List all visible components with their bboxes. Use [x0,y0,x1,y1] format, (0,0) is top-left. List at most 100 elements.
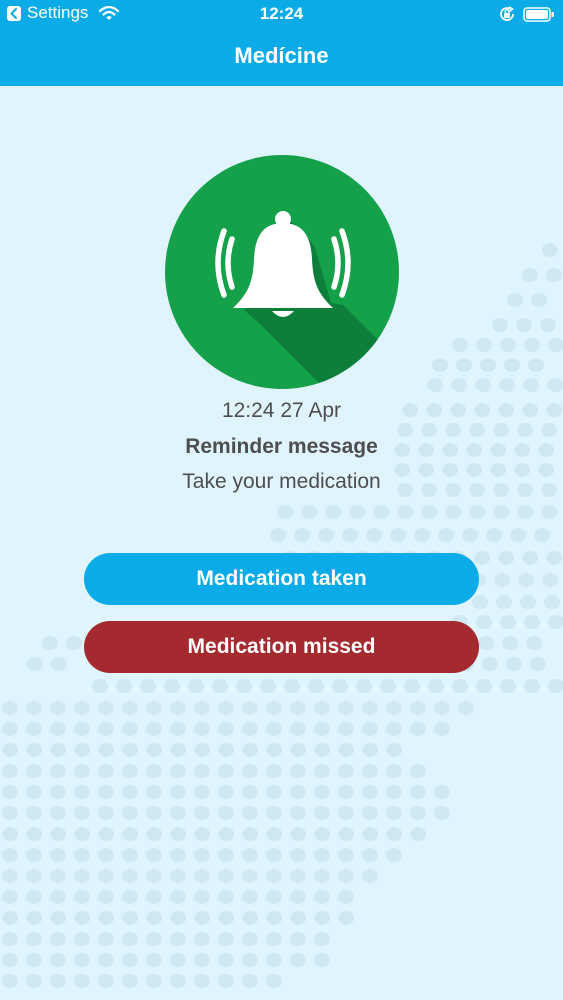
map-dot [242,764,258,778]
map-dot [2,953,18,967]
map-dot [506,657,522,671]
map-dot [98,764,114,778]
map-dot [290,911,306,925]
map-dot [122,743,138,757]
map-dot [314,806,330,820]
map-dot [502,636,518,650]
map-dot [290,869,306,883]
map-dot [98,953,114,967]
map-dot [528,358,544,372]
map-dot [469,505,485,519]
map-dot [338,701,354,715]
map-dot [522,268,538,282]
map-dot [362,827,378,841]
map-dot [517,505,533,519]
map-dot [410,722,426,736]
map-dot [482,657,498,671]
map-dot [98,890,114,904]
map-dot [290,764,306,778]
map-dot [212,679,228,693]
map-dot [218,764,234,778]
map-dot [314,701,330,715]
map-dot [218,743,234,757]
map-dot [362,743,378,757]
map-dot [386,722,402,736]
map-dot [146,869,162,883]
map-dot [2,743,18,757]
map-dot [26,764,42,778]
map-dot [518,573,534,587]
map-dot [526,636,542,650]
map-dot [492,318,508,332]
medication-missed-button[interactable]: Medication missed [84,621,479,673]
status-time: 12:24 [259,4,304,23]
map-dot [50,743,66,757]
map-dot [26,848,42,862]
map-dot [534,528,550,542]
map-dot [480,358,496,372]
map-dot [338,890,354,904]
map-dot [170,869,186,883]
map-dot [146,743,162,757]
map-dot [242,974,258,988]
map-dot [170,806,186,820]
map-dot [478,636,494,650]
map-dot [242,701,258,715]
map-dot [2,785,18,799]
map-dot [140,679,156,693]
map-dot [74,974,90,988]
map-dot [98,911,114,925]
map-dot [74,743,90,757]
map-dot [122,869,138,883]
map-dot [349,505,365,519]
map-dot [170,827,186,841]
map-dot [494,573,510,587]
map-dot [294,528,310,542]
map-dot [266,911,282,925]
map-dot [218,974,234,988]
map-dot [314,827,330,841]
map-dot [266,722,282,736]
map-dot [266,785,282,799]
map-dot [242,890,258,904]
map-dot [66,636,82,650]
map-dot [325,505,341,519]
map-dot [338,806,354,820]
map-dot [50,785,66,799]
map-dot [338,785,354,799]
map-dot [290,953,306,967]
map-dot [524,679,540,693]
map-dot [432,358,448,372]
map-dot [266,869,282,883]
map-dot [544,595,560,609]
map-dot [314,953,330,967]
map-dot [356,679,372,693]
map-dot [26,701,42,715]
page-title: Medícine [234,43,329,68]
map-dot [170,764,186,778]
map-dot [122,827,138,841]
map-dot [476,338,492,352]
map-dot [290,848,306,862]
map-dot [26,953,42,967]
map-dot [458,701,474,715]
map-dot [50,722,66,736]
map-dot [266,932,282,946]
map-dot [194,869,210,883]
map-dot [74,785,90,799]
map-dot [116,679,132,693]
map-dot [242,806,258,820]
map-dot [50,701,66,715]
map-dot [338,743,354,757]
map-dot [146,806,162,820]
map-dot [27,657,43,671]
map-dot [218,869,234,883]
map-dot [170,953,186,967]
map-dot [26,974,42,988]
map-dot [74,890,90,904]
map-dot [164,679,180,693]
medication-taken-button[interactable]: Medication taken [84,553,479,605]
reminder-datetime: 12:24 27 Apr [221,399,342,422]
map-dot [74,806,90,820]
map-dot [266,848,282,862]
